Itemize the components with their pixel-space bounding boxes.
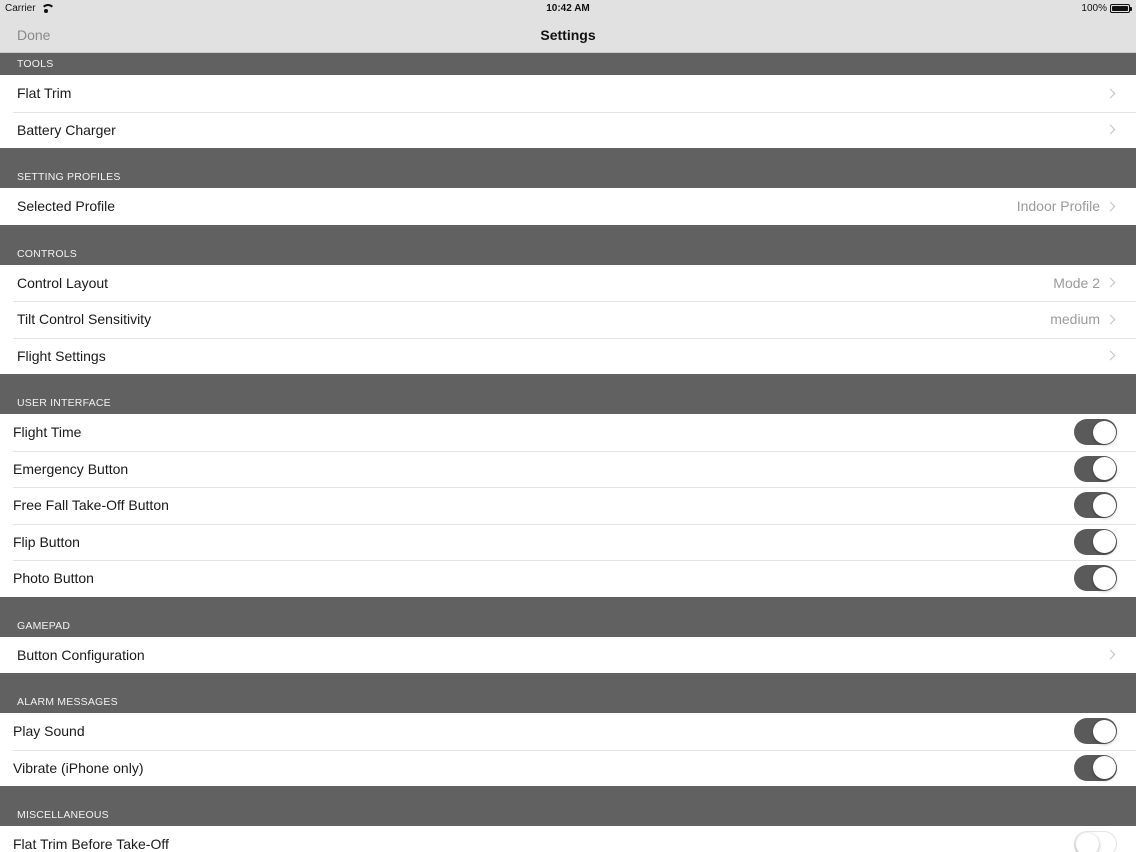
row-label: Flat Trim Before Take-Off (13, 836, 169, 852)
section-header-setting-profiles: SETTING PROFILES (0, 148, 1136, 188)
navigation-bar: Done Settings (0, 17, 1136, 53)
flip-button-toggle[interactable] (1074, 528, 1117, 555)
row-value: medium (1050, 311, 1100, 328)
section-header-miscellaneous: MISCELLANEOUS (0, 786, 1136, 826)
battery-icon (1110, 4, 1132, 13)
settings-table: TOOLS Flat Trim Battery Charger SETTING … (0, 53, 1136, 852)
page-title: Settings (540, 27, 596, 43)
settings-screen: Carrier 10:42 AM 100% Done Settings TOOL… (0, 0, 1136, 852)
row-play-sound: Play Sound (0, 713, 1136, 750)
battery-percent: 100% (1081, 3, 1107, 14)
row-free-fall-take-off-button: Free Fall Take-Off Button (0, 487, 1136, 524)
row-label: Control Layout (17, 274, 109, 291)
row-battery-charger[interactable]: Battery Charger (0, 111, 1136, 148)
chevron-right-icon (1105, 201, 1116, 212)
row-control-layout[interactable]: Control Layout Mode 2 (0, 264, 1136, 301)
row-emergency-button: Emergency Button (0, 450, 1136, 487)
section-header-user-interface: USER INTERFACE (0, 374, 1136, 414)
row-label: Vibrate (iPhone only) (13, 759, 144, 776)
photo-button-toggle[interactable] (1074, 565, 1117, 592)
row-label: Tilt Control Sensitivity (17, 311, 152, 328)
row-label: Emergency Button (13, 460, 129, 477)
row-label: Flight Settings (17, 347, 106, 364)
row-flat-trim-before-take-off: Flat Trim Before Take-Off (0, 826, 1136, 852)
play-sound-toggle[interactable] (1074, 718, 1117, 745)
row-label: Selected Profile (17, 198, 116, 215)
row-label: Button Configuration (17, 646, 145, 663)
row-value: Mode 2 (1053, 274, 1100, 291)
chevron-right-icon (1105, 277, 1116, 288)
row-flight-settings[interactable]: Flight Settings (0, 337, 1136, 374)
row-button-configuration[interactable]: Button Configuration (0, 636, 1136, 673)
vibrate-toggle[interactable] (1074, 754, 1117, 781)
row-label: Flat Trim (17, 85, 72, 102)
status-bar: Carrier 10:42 AM 100% (0, 0, 1136, 17)
section-header-alarm-messages: ALARM MESSAGES (0, 673, 1136, 713)
free-fall-take-off-toggle[interactable] (1074, 492, 1117, 519)
chevron-right-icon (1105, 314, 1116, 325)
section-header-tools: TOOLS (0, 53, 1136, 75)
emergency-button-toggle[interactable] (1074, 455, 1117, 482)
section-header-gamepad: GAMEPAD (0, 596, 1136, 637)
row-value: Indoor Profile (1016, 198, 1100, 215)
flight-time-toggle[interactable] (1074, 419, 1117, 446)
chevron-right-icon (1105, 649, 1116, 660)
row-label: Flight Time (13, 424, 82, 441)
row-selected-profile[interactable]: Selected Profile Indoor Profile (0, 188, 1136, 225)
row-label: Play Sound (13, 723, 85, 740)
chevron-right-icon (1105, 88, 1116, 99)
flat-trim-before-take-off-toggle[interactable] (1074, 831, 1117, 852)
row-label: Battery Charger (17, 121, 116, 138)
row-flip-button: Flip Button (0, 523, 1136, 560)
row-label: Free Fall Take-Off Button (13, 497, 169, 514)
row-flight-time: Flight Time (0, 414, 1136, 451)
clock: 10:42 AM (546, 3, 590, 14)
row-vibrate: Vibrate (iPhone only) (0, 749, 1136, 786)
row-photo-button: Photo Button (0, 560, 1136, 597)
row-flat-trim[interactable]: Flat Trim (0, 75, 1136, 112)
section-header-controls: CONTROLS (0, 224, 1136, 265)
chevron-right-icon (1105, 124, 1116, 135)
row-tilt-control-sensitivity[interactable]: Tilt Control Sensitivity medium (0, 301, 1136, 338)
row-label: Photo Button (13, 570, 94, 587)
battery-info: 100% (1081, 3, 1132, 14)
row-label: Flip Button (13, 533, 80, 550)
chevron-right-icon (1105, 350, 1116, 361)
